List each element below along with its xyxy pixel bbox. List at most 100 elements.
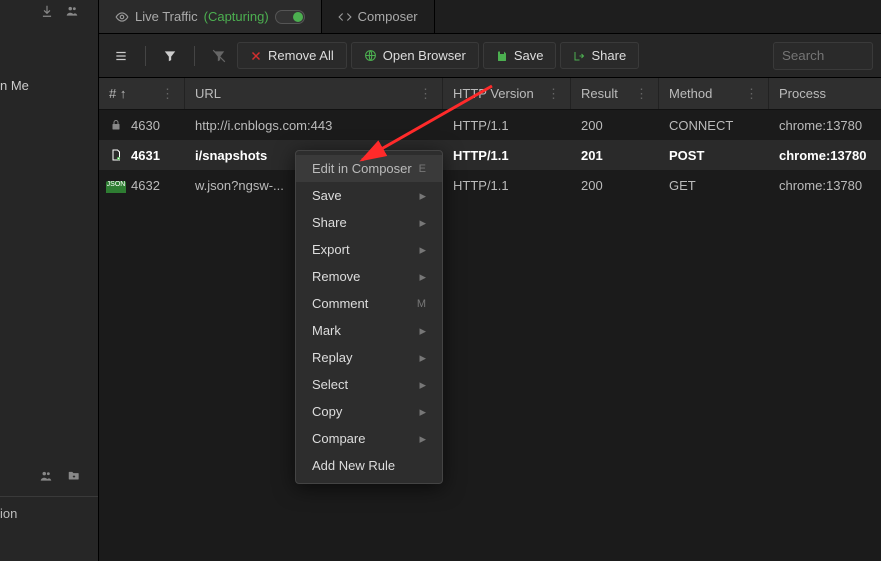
submenu-arrow-icon: ▸ [419, 269, 426, 285]
save-icon [496, 50, 508, 62]
row-process: chrome:13780 [769, 148, 881, 163]
x-icon [250, 50, 262, 62]
button-label: Open Browser [383, 48, 466, 63]
submenu-arrow-icon: ▸ [419, 242, 426, 258]
column-url[interactable]: URL ⋮ [185, 78, 443, 109]
column-label: Method [669, 86, 712, 101]
context-menu-item[interactable]: Export ▸ [296, 236, 442, 263]
code-icon [338, 10, 352, 24]
context-menu-item[interactable]: Share ▸ [296, 209, 442, 236]
menu-item-label: Remove [312, 269, 360, 284]
filter-icon[interactable] [156, 42, 184, 70]
row-method: POST [659, 148, 769, 163]
context-menu-item[interactable]: Compare ▸ [296, 425, 442, 452]
row-result: 200 [571, 178, 659, 193]
row-process: chrome:13780 [769, 118, 881, 133]
submenu-arrow-icon: ▸ [419, 215, 426, 231]
column-result[interactable]: Result ⋮ [571, 78, 659, 109]
menu-item-label: Save [312, 188, 342, 203]
submenu-arrow-icon: ▸ [419, 188, 426, 204]
menu-item-label: Select [312, 377, 348, 392]
menu-item-label: Copy [312, 404, 342, 419]
submenu-arrow-icon: ▸ [419, 404, 426, 420]
table-row[interactable]: JSON4632w.json?ngsw-...HTTP/1.1200GETchr… [99, 170, 881, 200]
grid-body: 4630http://i.cnblogs.com:443HTTP/1.1200C… [99, 110, 881, 561]
menu-item-label: Export [312, 242, 350, 257]
users-icon[interactable] [64, 4, 80, 18]
button-label: Share [591, 48, 626, 63]
tab-live-traffic[interactable]: Live Traffic (Capturing) [99, 0, 322, 33]
row-index: 4630 [131, 118, 160, 133]
menu-item-label: Replay [312, 350, 352, 365]
context-menu: Edit in ComposerESave▸Share▸Export▸Remov… [295, 150, 443, 484]
context-menu-item[interactable]: Mark▸ [296, 317, 442, 344]
column-label: Result [581, 86, 618, 101]
context-menu-item[interactable]: Select▸ [296, 371, 442, 398]
row-url: http://i.cnblogs.com:443 [185, 118, 443, 133]
toolbar: Remove All Open Browser Save Share [99, 34, 881, 78]
stream-toggle-icon[interactable] [107, 42, 135, 70]
remove-all-button[interactable]: Remove All [237, 42, 347, 69]
column-process[interactable]: Process [769, 78, 881, 109]
table-row[interactable]: 4630 http://i.cnblogs.com:443HTTP/1.1200C… [99, 110, 881, 140]
row-type-icon: JSON [109, 178, 123, 192]
row-http-version: HTTP/1.1 [443, 148, 571, 163]
row-http-version: HTTP/1.1 [443, 118, 571, 133]
menu-item-label: Add New Rule [312, 458, 395, 473]
button-label: Remove All [268, 48, 334, 63]
sidebar-item-ion[interactable]: ion [0, 506, 17, 521]
context-menu-item[interactable]: Copy ▸ [296, 398, 442, 425]
search-input[interactable] [773, 42, 873, 70]
column-menu-icon[interactable]: ⋮ [635, 86, 648, 102]
row-type-icon [109, 148, 123, 162]
row-index: 4632 [131, 178, 160, 193]
row-http-version: HTTP/1.1 [443, 178, 571, 193]
row-result: 200 [571, 118, 659, 133]
folder-add-icon[interactable] [66, 469, 82, 483]
column-label: # ↑ [109, 86, 126, 101]
left-rail: n Me ion [0, 0, 99, 561]
table-row[interactable]: 4631i/snapshotsHTTP/1.1201POSTchrome:137… [99, 140, 881, 170]
sidebar-item-me[interactable]: n Me [0, 78, 29, 93]
submenu-arrow-icon: ▸ [419, 431, 426, 447]
users-icon[interactable] [38, 469, 54, 483]
eye-icon [115, 10, 129, 24]
download-icon[interactable] [40, 4, 54, 18]
column-menu-icon[interactable]: ⋮ [745, 86, 758, 102]
context-menu-item[interactable]: CommentM [296, 290, 442, 317]
row-method: CONNECT [659, 118, 769, 133]
column-menu-icon[interactable]: ⋮ [419, 86, 432, 102]
save-button[interactable]: Save [483, 42, 557, 69]
submenu-arrow-icon: ▸ [419, 323, 426, 339]
submenu-arrow-icon: ▸ [419, 350, 426, 366]
context-menu-item[interactable]: Add New Rule [296, 452, 442, 479]
filter-off-icon[interactable] [205, 42, 233, 70]
column-menu-icon[interactable]: ⋮ [547, 86, 560, 102]
row-index: 4631 [131, 148, 160, 163]
column-index[interactable]: # ↑ ⋮ [99, 78, 185, 109]
globe-icon [364, 49, 377, 62]
tab-composer[interactable]: Composer [322, 0, 435, 33]
column-label: Process [779, 86, 826, 101]
capture-toggle[interactable] [275, 10, 305, 24]
context-menu-item[interactable]: Remove ▸ [296, 263, 442, 290]
grid-header: # ↑ ⋮ URL ⋮ HTTP Version ⋮ Result ⋮ Meth… [99, 78, 881, 110]
column-menu-icon[interactable]: ⋮ [161, 86, 174, 102]
tab-label: Live Traffic [135, 9, 198, 24]
share-button[interactable]: Share [560, 42, 639, 69]
shortcut-hint: E [419, 163, 426, 175]
menu-item-label: Share [312, 215, 347, 230]
menu-item-label: Compare [312, 431, 365, 446]
row-type-icon [109, 119, 123, 131]
column-method[interactable]: Method ⋮ [659, 78, 769, 109]
context-menu-item[interactable]: Edit in Composer E [296, 155, 442, 182]
context-menu-item[interactable]: Save ▸ [296, 182, 442, 209]
tabbar: Live Traffic (Capturing) Composer [99, 0, 881, 34]
column-http-version[interactable]: HTTP Version ⋮ [443, 78, 571, 109]
row-process: chrome:13780 [769, 178, 881, 193]
context-menu-item[interactable]: Replay ▸ [296, 344, 442, 371]
open-browser-button[interactable]: Open Browser [351, 42, 479, 69]
share-icon [573, 50, 585, 62]
menu-item-label: Edit in Composer [312, 161, 412, 176]
shortcut-hint: M [417, 298, 426, 310]
